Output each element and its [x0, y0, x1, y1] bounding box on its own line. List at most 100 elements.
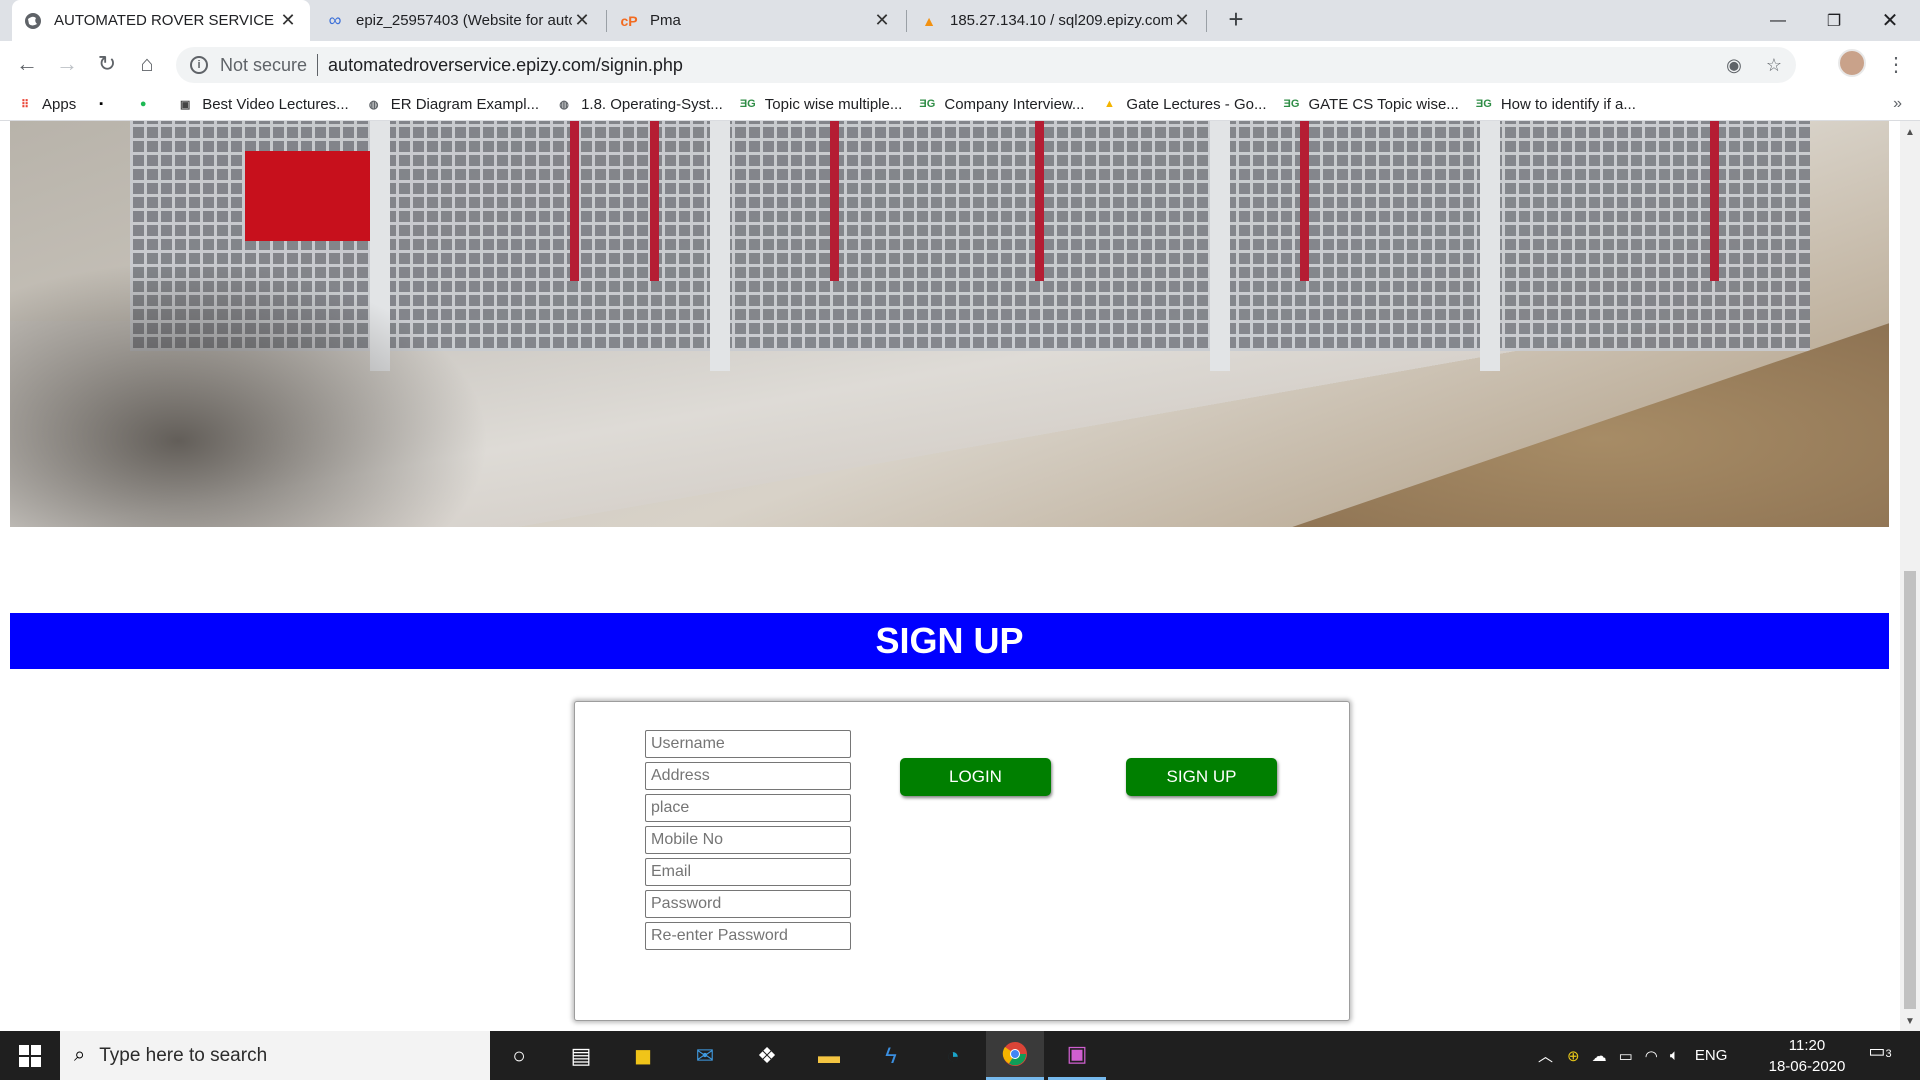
page-scrollbar[interactable]: ▲ ▼ — [1900, 121, 1920, 1031]
gfg-icon: ƎG — [919, 98, 936, 110]
address-input[interactable] — [645, 762, 851, 790]
back-button[interactable]: ← — [10, 47, 44, 81]
wifi-icon[interactable]: ◠ — [1645, 1047, 1658, 1065]
menu-icon[interactable]: ⋮ — [1886, 52, 1906, 77]
bookmark-label: 1.8. Operating-Syst... — [581, 95, 723, 113]
close-window-button[interactable]: ✕ — [1862, 0, 1918, 41]
edge-icon[interactable]: ◔ — [924, 1031, 982, 1080]
tab-title: 185.27.134.10 / sql209.epizy.com — [950, 12, 1172, 29]
close-tab-icon[interactable]: ✕ — [1172, 10, 1192, 31]
signup-banner: SIGN UP — [10, 613, 1889, 669]
globe-icon: ◍ — [368, 98, 379, 111]
bookmark-label: GATE CS Topic wise... — [1308, 95, 1459, 113]
hero-post — [1480, 121, 1500, 371]
username-input[interactable] — [645, 730, 851, 758]
tab-divider — [606, 10, 607, 32]
reload-button[interactable]: ↻ — [90, 47, 124, 81]
close-tab-icon[interactable]: ✕ — [572, 10, 592, 31]
gfg-icon: ƎG — [739, 98, 756, 110]
login-button[interactable]: LOGIN — [900, 758, 1051, 796]
tex-icon[interactable]: ▣ — [1048, 1031, 1106, 1080]
bookmark-item[interactable]: ⠿ Apps — [16, 95, 76, 113]
notification-center-icon[interactable]: ▭3 — [1866, 1041, 1894, 1069]
store-icon[interactable]: ◼ — [614, 1031, 672, 1080]
windows-taskbar: ⌕ Type here to search ○ ▤ ◼ ✉ ❖ ▬ ϟ ◔ ▣ … — [0, 1031, 1920, 1080]
file-explorer-icon[interactable]: ▬ — [800, 1031, 858, 1080]
address-divider — [317, 54, 319, 76]
cortana-icon[interactable]: ○ — [490, 1031, 548, 1080]
new-tab-button[interactable]: + — [1222, 6, 1250, 34]
tab-divider — [906, 10, 907, 32]
hero-red-bar — [570, 121, 579, 281]
scrollbar-thumb[interactable] — [1904, 571, 1916, 1009]
bookmark-item[interactable]: ▲ Gate Lectures - Go... — [1100, 95, 1267, 113]
address-bar[interactable]: i Not secure automatedroverservice.epizy… — [176, 47, 1796, 83]
bookmark-item[interactable]: ƎG How to identify if a... — [1475, 95, 1636, 113]
security-label: Not secure — [220, 54, 308, 75]
windows-start-button[interactable] — [0, 1031, 60, 1080]
tab-phpmyadmin[interactable]: ▲ 185.27.134.10 / sql209.epizy.com ✕ — [908, 0, 1204, 41]
system-clock[interactable]: 11:20 18-06-2020 — [1762, 1035, 1852, 1077]
bookmark-item[interactable]: ƎG Topic wise multiple... — [739, 95, 903, 113]
clock-date: 18-06-2020 — [1768, 1058, 1846, 1075]
close-tab-icon[interactable]: ✕ — [872, 10, 892, 31]
hero-tree-shadow — [10, 261, 490, 527]
search-placeholder: Type here to search — [99, 1044, 268, 1066]
info-icon[interactable]: i — [190, 56, 208, 74]
hero-image — [10, 121, 1889, 527]
bookmark-item[interactable]: ▪ — [92, 95, 118, 113]
bookmark-item[interactable]: ƎG Company Interview... — [918, 95, 1084, 113]
tab-epiz-account[interactable]: ∞ epiz_25957403 (Website for auto ✕ — [314, 0, 604, 41]
globe-icon: ◍ — [559, 98, 569, 111]
gfg-icon: ƎG — [1283, 98, 1300, 110]
bookmark-item[interactable]: ƎG GATE CS Topic wise... — [1282, 95, 1459, 113]
bookmark-item[interactable]: ● — [134, 95, 160, 113]
bookmark-item[interactable]: ◍ 1.8. Operating-Syst... — [555, 95, 723, 113]
mail-icon[interactable]: ✉ — [676, 1031, 734, 1080]
plus-circle-icon[interactable]: ⊕ — [1567, 1047, 1580, 1065]
reenter-password-input[interactable] — [645, 922, 851, 950]
mobile-input[interactable] — [645, 826, 851, 854]
profile-avatar[interactable] — [1838, 49, 1866, 77]
url-text[interactable]: automatedroverservice.epizy.com/signin.p… — [328, 55, 683, 76]
dropbox-icon[interactable]: ❖ — [738, 1031, 796, 1080]
home-button[interactable]: ⌂ — [130, 47, 164, 81]
system-tray: ︿ ⊕ ☁ ▭ ◠ 🔈︎ ENG — [1538, 1031, 1727, 1080]
close-tab-icon[interactable]: ✕ — [278, 10, 298, 31]
bookmark-item[interactable]: ▣ Best Video Lectures... — [176, 95, 349, 113]
signup-button[interactable]: SIGN UP — [1126, 758, 1277, 796]
volume-icon[interactable]: 🔈︎ — [1670, 1047, 1679, 1064]
star-icon[interactable]: ☆ — [1766, 55, 1782, 76]
tab-pma[interactable]: cP Pma ✕ — [608, 0, 904, 41]
battery-icon[interactable]: ▭ — [1619, 1047, 1633, 1065]
restore-button[interactable]: ❐ — [1806, 0, 1862, 41]
tab-automated-rover-service[interactable]: AUTOMATED ROVER SERVICE ✕ — [12, 0, 310, 41]
search-icon: ⌕ — [74, 1044, 86, 1066]
chrome-icon[interactable] — [986, 1031, 1044, 1080]
drive-icon: ▲ — [1103, 98, 1115, 110]
email-input[interactable] — [645, 858, 851, 886]
browser-toolbar: ← → ↻ ⌂ i Not secure automatedroverservi… — [0, 41, 1920, 88]
hero-post — [1210, 121, 1230, 371]
task-view-icon[interactable]: ▤ — [552, 1031, 610, 1080]
language-indicator[interactable]: ENG — [1695, 1047, 1728, 1064]
site-icon: ▣ — [180, 98, 191, 111]
scroll-up-icon[interactable]: ▲ — [1905, 127, 1915, 138]
tab-title: Pma — [650, 12, 681, 29]
eye-off-icon[interactable]: ◉ — [1726, 55, 1742, 76]
taskbar-search[interactable]: ⌕ Type here to search — [60, 1031, 490, 1080]
tab-title: AUTOMATED ROVER SERVICE — [54, 12, 275, 29]
hero-red-bar — [1035, 121, 1044, 281]
aln-icon: ▪ — [99, 98, 104, 110]
show-hidden-icons[interactable]: ︿ — [1538, 1045, 1553, 1066]
bookmarks-overflow-button[interactable]: » — [1893, 95, 1902, 113]
password-input[interactable] — [645, 890, 851, 918]
visual-studio-icon[interactable]: ϟ — [862, 1031, 920, 1080]
bookmark-item[interactable]: ◍ ER Diagram Exampl... — [365, 95, 539, 113]
scroll-down-icon[interactable]: ▼ — [1905, 1016, 1915, 1027]
place-input[interactable] — [645, 794, 851, 822]
windows-logo-icon — [19, 1044, 41, 1067]
cloud-icon[interactable]: ☁ — [1592, 1047, 1607, 1065]
forward-button[interactable]: → — [50, 47, 84, 81]
minimize-button[interactable]: — — [1750, 0, 1806, 41]
